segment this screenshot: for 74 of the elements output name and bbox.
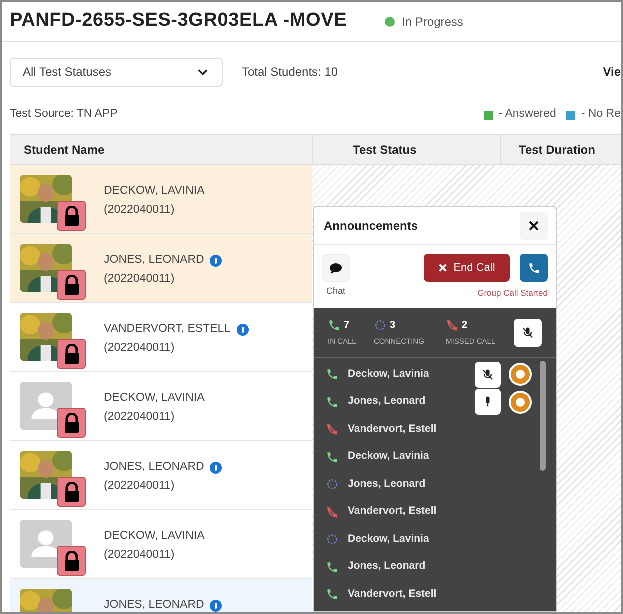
column-header: Test Duration bbox=[500, 135, 621, 164]
lock-icon bbox=[62, 551, 80, 571]
test-source: Test Source: TN APP bbox=[10, 107, 118, 122]
student-name: DECKOW, LAVINIA bbox=[104, 529, 205, 544]
column-header: Student Name bbox=[23, 142, 106, 158]
close-button[interactable] bbox=[520, 212, 548, 240]
participant-name: Jones, Leonard bbox=[348, 559, 426, 574]
student-name: JONES, LEONARD bbox=[104, 253, 204, 268]
spinner-icon bbox=[326, 478, 339, 492]
student-id: (2022040011) bbox=[104, 479, 176, 494]
lock-icon bbox=[62, 482, 80, 502]
student-id: (2022040011) bbox=[104, 548, 176, 563]
status-filter-dropdown[interactable]: All Test Statuses bbox=[10, 58, 223, 86]
chat-label: Chat bbox=[326, 285, 346, 298]
student-name: VANDERVORT, ESTELL bbox=[104, 322, 231, 337]
call-state: Group Call Started bbox=[478, 287, 548, 300]
close-icon bbox=[438, 264, 447, 272]
phone-icon bbox=[326, 588, 339, 602]
view-link[interactable]: Vie bbox=[603, 63, 621, 81]
student-id: (2022040011) bbox=[104, 203, 176, 218]
lock-icon bbox=[62, 344, 80, 364]
student-row[interactable]: JONES, LEONARD bbox=[10, 579, 312, 612]
close-icon bbox=[529, 220, 539, 230]
student-name: JONES, LEONARD bbox=[104, 460, 204, 475]
participant-name: Deckow, Lavinia bbox=[348, 449, 430, 464]
spinner-icon bbox=[326, 533, 339, 546]
student-name: DECKOW, LAVINIA bbox=[104, 391, 205, 406]
phone-icon bbox=[326, 396, 339, 409]
phone-slash-icon bbox=[446, 318, 459, 332]
panel-title: Announcements bbox=[324, 218, 418, 234]
lock-icon bbox=[62, 206, 80, 226]
participant-name: Deckow, Lavinia bbox=[348, 532, 430, 547]
legend-label: - Answered bbox=[498, 107, 556, 122]
count-value: 7 bbox=[344, 318, 350, 333]
student-name: JONES, LEONARD bbox=[104, 598, 204, 612]
count-value: 2 bbox=[462, 318, 468, 333]
mute-all-button[interactable] bbox=[514, 318, 542, 346]
student-id: (2022040011) bbox=[104, 272, 176, 287]
phone-slash-icon bbox=[326, 423, 339, 436]
microphone-button[interactable] bbox=[475, 362, 501, 388]
participant-name: Deckow, Lavinia bbox=[348, 366, 430, 382]
student-name: DECKOW, LAVINIA bbox=[104, 184, 205, 199]
participant-name: Vandervort, Estell bbox=[348, 504, 437, 520]
page-title: PANFD-2655-SES-3GR03ELA -MOVE bbox=[10, 9, 348, 34]
lock-icon bbox=[62, 275, 80, 295]
muted-microphone-icon bbox=[521, 326, 535, 340]
participant-name: Vandervort, Estell bbox=[348, 586, 437, 602]
phone-icon bbox=[326, 368, 339, 382]
phone-icon bbox=[528, 262, 540, 274]
phone-icon bbox=[326, 450, 339, 464]
participant-name: Vandervort, Estell bbox=[348, 422, 437, 437]
lock-icon bbox=[62, 413, 80, 433]
end-call-button[interactable]: End Call bbox=[424, 254, 510, 282]
count-value: 3 bbox=[390, 318, 396, 333]
session-status: In Progress bbox=[402, 14, 464, 30]
column-header: Test Status bbox=[312, 135, 500, 164]
scrollbar-thumb[interactable] bbox=[540, 361, 546, 471]
student-id: (2022040011) bbox=[104, 410, 176, 425]
chat-button[interactable] bbox=[322, 254, 350, 282]
total-students: Total Students: 10 bbox=[242, 64, 338, 81]
participant-name: Jones, Leonard bbox=[348, 394, 426, 410]
phone-icon bbox=[326, 560, 339, 574]
phone-icon bbox=[328, 318, 341, 332]
spinner-icon bbox=[374, 318, 387, 332]
microphone-button[interactable] bbox=[475, 389, 501, 416]
legend-label: - No Re bbox=[581, 107, 621, 122]
muted-microphone-icon bbox=[481, 368, 495, 382]
student-row[interactable]: JONES, LEONARD (2022040011) bbox=[10, 234, 312, 303]
call-button[interactable] bbox=[520, 254, 548, 282]
student-id: (2022040011) bbox=[104, 341, 176, 356]
student-row[interactable]: DECKOW, LAVINIA (2022040011) bbox=[10, 165, 312, 234]
phone-slash-icon bbox=[326, 506, 339, 519]
chat-bubble-icon bbox=[330, 262, 342, 274]
participant-name: Jones, Leonard bbox=[348, 476, 426, 492]
